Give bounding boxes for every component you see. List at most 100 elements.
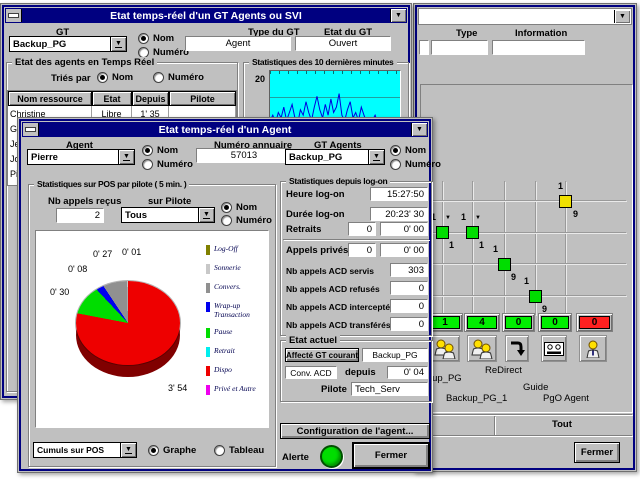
combo-arrow-icon[interactable]: ▼ [199,207,215,223]
resource-label-redirect: ReDirect [485,365,522,376]
agent-window-title: Etat temps-réel d'un Agent [159,124,292,136]
legend-swatch [206,347,210,357]
combo-arrow-icon[interactable]: ▼ [121,442,137,458]
divider [419,414,632,415]
pilote-label: Pilote [321,384,347,395]
system-menu-icon[interactable] [23,123,39,136]
legend-label: Pause [214,328,232,337]
type-du-gt-field: Agent [185,36,291,51]
configuration-agent-button[interactable]: Configuration de l'agent... [280,423,430,439]
legend-label: Retrait [214,347,235,356]
agents-groupbox-caption: Etat des agents en Temps Réel [12,57,157,68]
combo-arrow-icon[interactable]: ▼ [369,149,385,165]
tout-tab[interactable]: Tout [552,419,572,430]
acd-refuses-label: Nb appels ACD refusés [286,284,380,294]
cumuls-combobox[interactable]: Cumuls sur POS ▼ [33,442,137,458]
agent-fermer-button[interactable]: Fermer [352,442,430,469]
gt-agents-combobox-value: Backup_PG [285,149,369,165]
window-menu-arrow-icon[interactable]: ▼ [411,123,427,136]
system-menu-icon[interactable] [6,9,22,22]
legend-label: Sonnerie [214,264,241,273]
legend-item: Privé et Autre [206,385,266,395]
routing-node[interactable] [529,290,542,303]
gt-combobox-value: Backup_PG [9,36,111,52]
retraits-label: Retraits [286,224,321,235]
window-menu-arrow-icon[interactable]: ▼ [614,10,630,23]
type-field[interactable] [431,40,488,55]
agent-titlebar[interactable]: Etat temps-réel d'un Agent ▼ [22,122,428,137]
agent-radio-nom[interactable]: Nom [142,145,178,156]
radio-tableau[interactable]: Tableau [214,445,264,456]
queue-counter: 0 [502,313,535,332]
table-header-3[interactable]: Pilote [169,91,236,106]
gt-combobox[interactable]: Backup_PG ▼ [9,36,127,52]
resource-label-pgo-agent: PgO Agent [543,393,589,404]
gt-titlebar[interactable]: Etat temps-réel d'un GT Agents ou SVI ▼ [5,8,407,23]
routing-node[interactable] [559,195,572,208]
combo-arrow-icon[interactable]: ▼ [111,36,127,52]
affecte-gt-courant-button[interactable]: Affecté GT courant [285,348,359,362]
combo-arrow-icon[interactable]: ▼ [119,149,135,165]
supervision-window: ▼ Type Information 1 9 1 ▼ 1 [413,3,637,472]
routing-node[interactable] [498,258,511,271]
agent-icon[interactable] [579,335,607,362]
radio-graphe[interactable]: Graphe [148,445,196,456]
information-field[interactable] [492,40,585,55]
grid-line [429,232,626,233]
tries-radio-numero[interactable]: Numéro [153,72,204,83]
agent-combobox[interactable]: Pierre ▼ [27,149,135,165]
supervision-titlebar[interactable]: ▼ [418,8,632,25]
queue-counter: 0 [538,313,572,332]
redirect-icon[interactable] [505,335,529,362]
pie-label-convers: 0' 27 [93,249,112,259]
resource-label-backup-pg-1: Backup_PG_1 [446,393,507,404]
sur-pilote-combobox[interactable]: Tous ▼ [121,207,215,223]
gt-agents-combobox[interactable]: Backup_PG ▼ [285,149,385,165]
retraits-time-field: 0' 00 [380,222,428,236]
legend-swatch [206,264,210,274]
legend-swatch [206,245,210,255]
routing-node[interactable] [466,226,479,239]
numero-annuaire-field: 57013 [196,148,292,163]
gt-agents-radio-nom[interactable]: Nom [390,145,426,156]
announcement-device-icon[interactable] [541,335,567,362]
heure-logon-label: Heure log-on [286,189,345,200]
queue-counter: 4 [464,313,500,332]
pilote-radio-numero[interactable]: Numéro [221,215,272,226]
agents-group-icon[interactable] [467,335,497,362]
acd-interceptes-label: Nb appels ACD interceptés [286,302,395,312]
acd-transferes-field: 0 [390,317,428,331]
acd-servis-label: Nb appels ACD servis [286,266,374,276]
node-top-count: 1 [461,212,466,222]
legend-label: Log-Off [214,245,238,254]
agent-window: Etat temps-réel d'un Agent ▼ Agent Pierr… [17,117,433,473]
alerte-label: Alerte [282,452,309,463]
acd-transferes-label: Nb appels ACD transférés [286,320,391,330]
routing-node[interactable] [436,226,449,239]
node-top-count: 1 [524,276,529,286]
tries-radio-nom[interactable]: Nom [97,72,133,83]
legend-item: Dispo [206,366,266,376]
legend-swatch [206,366,210,376]
legend-swatch [206,385,210,395]
supervision-fermer-button[interactable]: Fermer [574,442,620,463]
gt-window-title: Etat temps-réel d'un GT Agents ou SVI [110,10,302,22]
table-header-1[interactable]: Etat [92,91,132,106]
window-menu-arrow-icon[interactable]: ▼ [390,9,406,22]
resource-label-guide: Guide [523,382,548,393]
information-column-header: Information [515,28,567,39]
table-header-0[interactable]: Nom ressource [8,91,92,106]
legend-item: Sonnerie [206,264,266,274]
gt-agents-radio-numero[interactable]: Numéro [390,159,441,170]
agents-group-icon[interactable] [430,335,460,362]
sur-pilote-label: sur Pilote [148,196,191,207]
agent-radio-numero[interactable]: Numéro [142,159,193,170]
gt-radio-nom[interactable]: Nom [138,33,174,44]
table-header-2[interactable]: Depuis [132,91,169,106]
nb-appels-recus-field[interactable]: 2 [56,208,104,223]
desktop: ▼ Type Information 1 9 1 ▼ 1 [0,0,640,480]
appels-prives-time-field: 0' 00 [380,243,428,257]
appels-prives-count-field: 0 [348,243,376,257]
depuis-label: depuis [345,367,376,378]
pilote-radio-nom[interactable]: Nom [221,202,257,213]
